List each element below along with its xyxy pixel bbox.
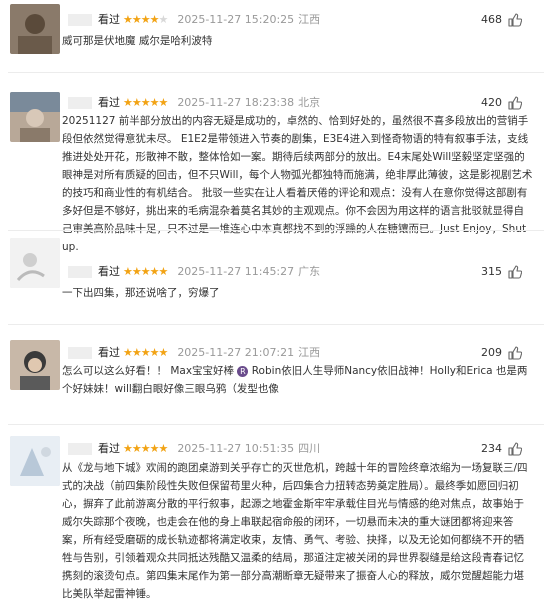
review-location: 北京 xyxy=(298,96,321,109)
review-content: 一下出四集，那还说啥了，穷爆了 xyxy=(62,287,220,299)
review-meta: 看过 ★★★★★ 2025-11-27 15:20:25 江西 xyxy=(68,12,320,28)
vote-count: 315 xyxy=(481,265,502,278)
review-meta: 看过 ★★★★★ 2025-11-27 11:45:27 广东 xyxy=(68,264,320,280)
vote-count: 234 xyxy=(481,442,502,455)
rating-stars: ★★★★★ xyxy=(123,265,168,278)
username[interactable] xyxy=(68,443,92,455)
vote-count: 209 xyxy=(481,346,502,359)
review-meta: 看过 ★★★★★ 2025-11-27 18:23:38 北京 xyxy=(68,95,320,111)
thumbs-up-icon[interactable] xyxy=(508,346,522,360)
review-time: 2025-11-27 10:51:35 xyxy=(177,442,295,455)
username[interactable] xyxy=(68,97,92,109)
review-content-part: 怎么可以这么好看！！ Max宝宝好棒 xyxy=(62,365,235,377)
review-content: 怎么可以这么好看！！ Max宝宝好棒 R Robin依旧人生导师Nancy依旧战… xyxy=(62,362,534,398)
rating-stars: ★★★★★ xyxy=(123,442,168,455)
avatar[interactable] xyxy=(10,92,60,142)
avatar[interactable] xyxy=(10,238,60,288)
thumbs-up-icon[interactable] xyxy=(508,96,522,110)
review-content: 20251127 前半部分放出的内容无疑是成功的，卓然的、恰到好处的，虽然很不喜… xyxy=(62,115,533,253)
review-location: 四川 xyxy=(298,442,321,455)
vote-count: 468 xyxy=(481,13,502,26)
username[interactable] xyxy=(68,347,92,359)
watch-status: 看过 xyxy=(98,442,120,455)
review-content: 威可那是伏地魔 威尔是哈利波特 xyxy=(62,35,213,47)
watch-status: 看过 xyxy=(98,96,120,109)
review-time: 2025-11-27 18:23:38 xyxy=(177,96,295,109)
review-time: 2025-11-27 21:07:21 xyxy=(177,346,295,359)
thumbs-up-icon[interactable] xyxy=(508,442,522,456)
rating-stars: ★★★★★ xyxy=(123,96,168,109)
username[interactable] xyxy=(68,14,92,26)
vote-count: 420 xyxy=(481,96,502,109)
username[interactable] xyxy=(68,266,92,278)
rating-stars: ★★★★★ xyxy=(123,13,168,26)
review-location: 广东 xyxy=(298,265,321,278)
divider xyxy=(8,324,544,325)
avatar[interactable] xyxy=(10,4,60,54)
divider xyxy=(8,72,544,73)
thumbs-up-icon[interactable] xyxy=(508,265,522,279)
review-time: 2025-11-27 15:20:25 xyxy=(177,13,295,26)
thumbs-up-icon[interactable] xyxy=(508,13,522,27)
review-meta: 看过 ★★★★★ 2025-11-27 10:51:35 四川 xyxy=(68,441,320,457)
review-meta: 看过 ★★★★★ 2025-11-27 21:07:21 江西 xyxy=(68,345,320,361)
avatar[interactable] xyxy=(10,436,60,486)
watch-status: 看过 xyxy=(98,13,120,26)
review-location: 江西 xyxy=(298,346,321,359)
avatar[interactable] xyxy=(10,340,60,390)
review-time: 2025-11-27 11:45:27 xyxy=(177,265,295,278)
divider xyxy=(8,230,544,231)
review-content: 从《龙与地下城》欢闹的跑团桌游到关乎存亡的灭世危机，跨越十年的冒险终章浓缩为一场… xyxy=(62,462,528,600)
watch-status: 看过 xyxy=(98,265,120,278)
emoji-icon: R xyxy=(237,365,249,377)
review-location: 江西 xyxy=(298,13,321,26)
divider xyxy=(8,424,544,425)
rating-stars: ★★★★★ xyxy=(123,346,168,359)
watch-status: 看过 xyxy=(98,346,120,359)
